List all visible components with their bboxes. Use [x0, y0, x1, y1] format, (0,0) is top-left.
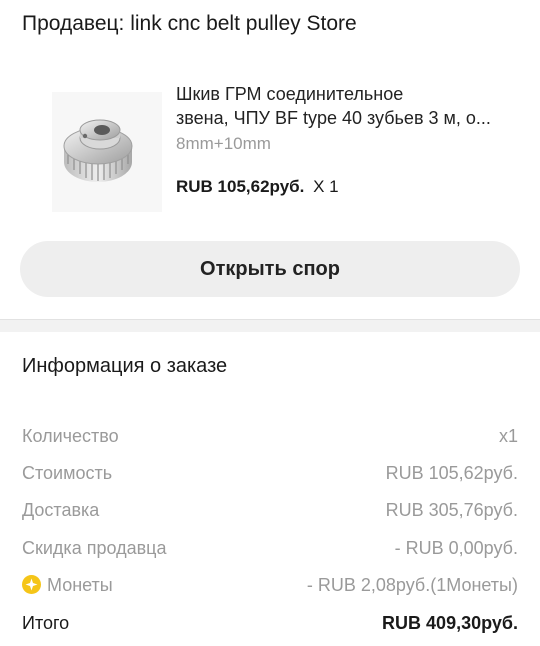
- product-title-line1: Шкив ГРМ соединительное: [176, 84, 404, 104]
- coin-icon: [22, 575, 41, 594]
- row-label: Монеты: [47, 575, 113, 595]
- row-value: RUB 105,62руб.: [385, 463, 518, 483]
- product-image[interactable]: [52, 92, 162, 212]
- row-label-with-icon: Монеты: [22, 572, 113, 598]
- product-price-line: RUB 105,62руб. X 1: [176, 176, 339, 198]
- order-row-coins: Монеты - RUB 2,08руб.(1Монеты): [22, 572, 518, 598]
- row-label: Количество: [22, 426, 119, 446]
- order-row-cost: Стоимость RUB 105,62руб.: [22, 460, 518, 486]
- product-quantity: X 1: [313, 177, 339, 196]
- row-label: Стоимость: [22, 463, 113, 483]
- order-info-title: Информация о заказе: [22, 355, 228, 377]
- order-row-shipping: Доставка RUB 305,76руб.: [22, 497, 518, 523]
- order-row-quantity: Количество x1: [22, 423, 518, 449]
- product-title[interactable]: Шкив ГРМ соединительное звена, ЧПУ BF ty…: [176, 82, 520, 130]
- product-price: RUB 105,62руб.: [176, 177, 305, 196]
- product-variant: 8mm+10mm: [176, 134, 271, 153]
- order-row-seller-discount: Скидка продавца - RUB 0,00руб.: [22, 535, 518, 561]
- open-dispute-button[interactable]: Открыть спор: [20, 241, 520, 297]
- pulley-icon: [63, 119, 133, 182]
- product-title-line2: звена, ЧПУ BF type 40 зубьев 3 м, о...: [176, 108, 491, 128]
- row-value: - RUB 2,08руб.(1Монеты): [306, 575, 518, 595]
- row-label: Итого: [22, 613, 70, 633]
- row-label: Доставка: [22, 500, 100, 520]
- row-value: x1: [498, 426, 518, 446]
- section-divider: [0, 319, 540, 332]
- row-label: Скидка продавца: [22, 538, 167, 558]
- row-value: RUB 305,76руб.: [385, 500, 518, 520]
- order-row-total: Итого RUB 409,30руб.: [22, 610, 518, 636]
- row-value: - RUB 0,00руб.: [394, 538, 518, 558]
- row-value: RUB 409,30руб.: [382, 613, 518, 633]
